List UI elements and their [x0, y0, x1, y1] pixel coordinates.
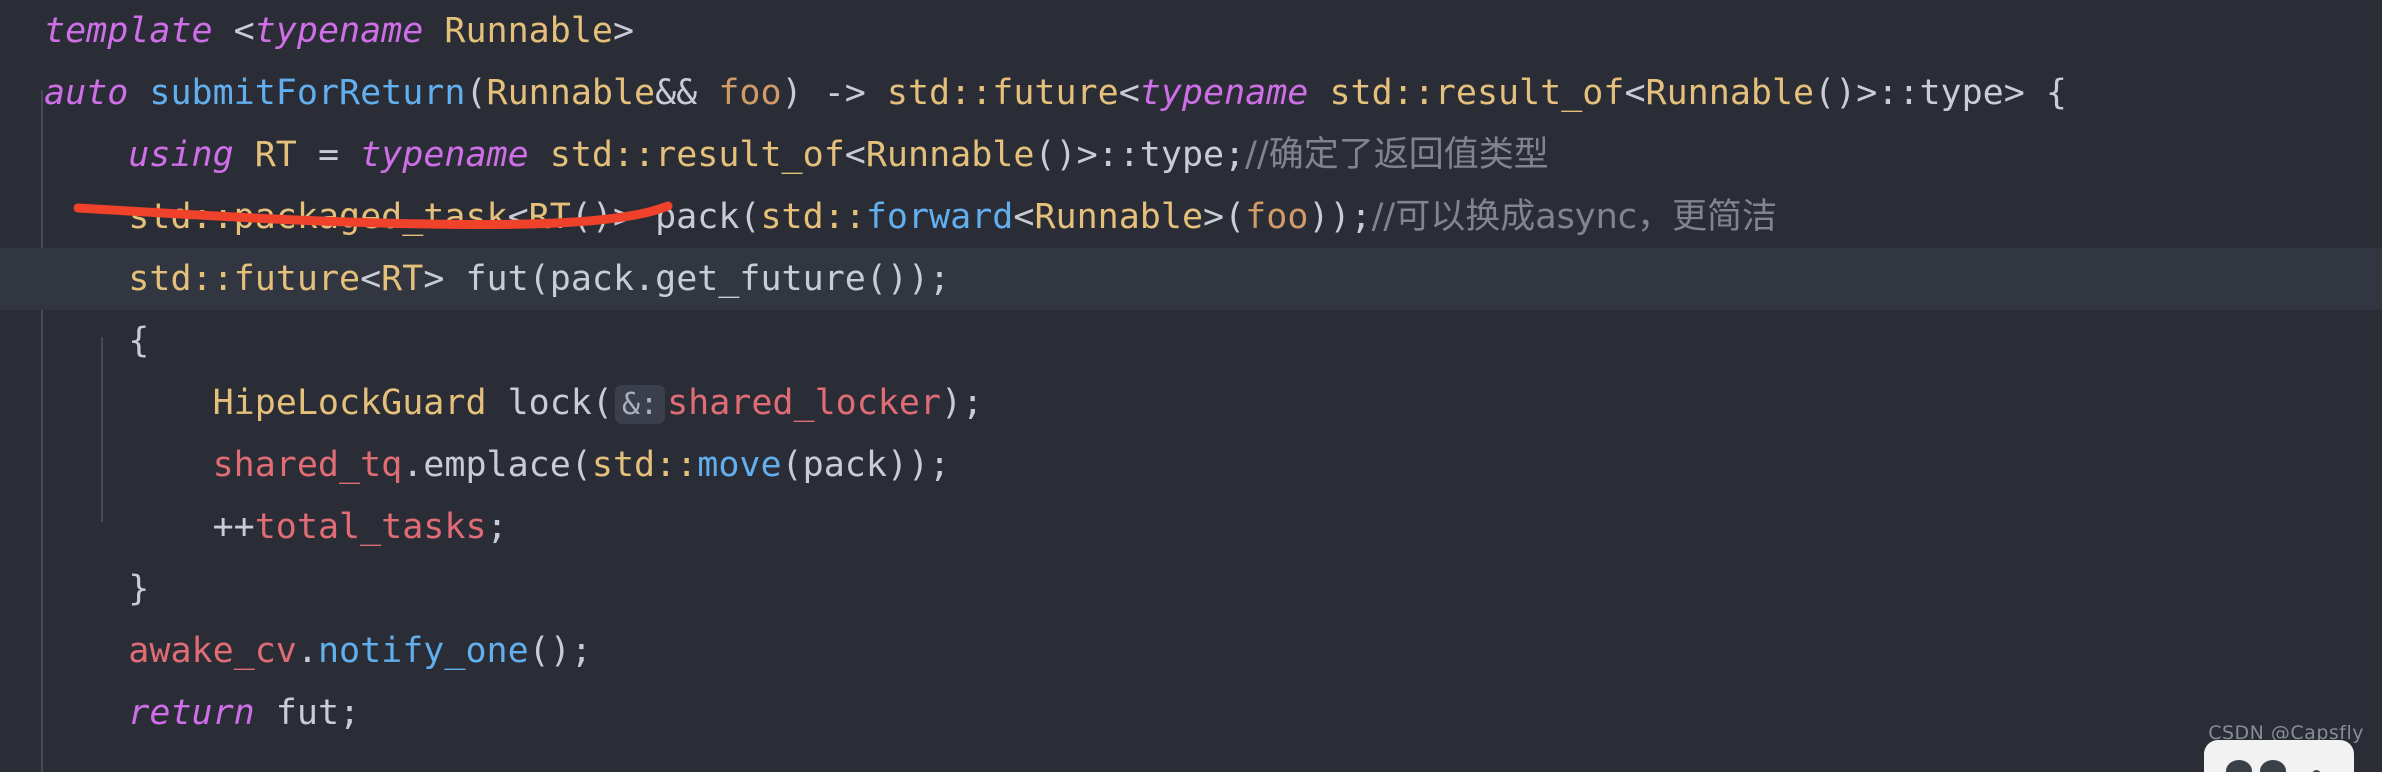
code-token-par: foo — [1245, 197, 1309, 237]
code-token-typ: Runnable — [1034, 197, 1204, 237]
code-line[interactable]: HipeLockGuard lock(&: shared_locker); — [0, 372, 2382, 434]
code-token-pun — [234, 135, 255, 175]
code-line[interactable]: } — [0, 558, 2382, 620]
code-token-pun: } — [128, 569, 150, 609]
code-content[interactable]: template <typename Runnable> auto submitF… — [0, 0, 2382, 744]
code-token-var: awake_cv — [128, 631, 297, 671]
code-token-typ: RT — [381, 259, 424, 299]
code-token-typ: Runnable — [865, 135, 1035, 175]
code-token-pun: < — [360, 259, 382, 299]
code-line[interactable]: ++total_tasks; — [0, 496, 2382, 558]
chip-dot-left — [2226, 760, 2252, 772]
code-token-pun: lock( — [486, 383, 613, 423]
code-token-pun: (pack)); — [781, 445, 951, 485]
code-token-var: shared_tq — [212, 445, 403, 485]
code-token-kw: using — [128, 135, 234, 175]
code-token-pun: = — [296, 135, 361, 175]
code-line[interactable]: template <typename Runnable> — [0, 0, 2382, 62]
code-line[interactable]: using RT = typename std::result_of<Runna… — [0, 124, 2382, 186]
code-token-pun: ()>::type> { — [1814, 73, 2067, 113]
code-token-typ: std::result_of — [1329, 73, 1625, 113]
code-token-typ: std::packaged_task — [128, 197, 508, 237]
code-line[interactable]: auto submitForReturn(Runnable&& foo) -> … — [0, 62, 2382, 124]
code-token-pun: ++ — [212, 507, 255, 547]
code-token-pun: .emplace( — [402, 445, 592, 485]
code-token-typ: std::future — [128, 259, 361, 299]
code-line[interactable]: std::future<RT> fut(pack.get_future()); — [0, 248, 2382, 310]
code-editor[interactable]: template <typename Runnable> auto submitF… — [0, 0, 2382, 772]
code-token-typ: HipeLockGuard — [212, 383, 487, 423]
code-token-pun: ) -> — [781, 73, 887, 113]
code-token-pun: ()> pack( — [570, 197, 761, 237]
code-token-fn: forward — [865, 197, 1014, 237]
code-token-typ: RT — [528, 197, 571, 237]
code-token-fn: move — [697, 445, 782, 485]
code-token-pun: < — [507, 197, 529, 237]
code-token-par: foo — [718, 73, 782, 113]
code-token-kw: auto — [44, 73, 129, 113]
code-token-typ: Runnable — [486, 73, 656, 113]
code-token-kw: typename — [360, 135, 529, 175]
code-token-pun: >( — [1203, 197, 1246, 237]
code-token-fn: submitForReturn — [149, 73, 466, 113]
code-token-pun: > fut(pack.get_future()); — [423, 259, 951, 299]
code-token-cmt: //确定了返回值类型 — [1245, 135, 1549, 175]
floating-chip — [2204, 740, 2354, 772]
code-token-pun: fut; — [254, 693, 361, 733]
code-token-typ: std::result_of — [549, 135, 845, 175]
code-token-typ: std::future — [886, 73, 1119, 113]
code-token-pun: ); — [941, 383, 984, 423]
code-token-pun: < — [1118, 73, 1140, 113]
code-token-typ: Runnable — [444, 11, 613, 51]
code-token-pun: ( — [465, 73, 487, 113]
code-token-fn: notify_one — [317, 631, 529, 671]
code-token-pun — [529, 135, 550, 175]
code-token-pun: && — [655, 73, 719, 113]
code-token-pun: < — [1013, 197, 1035, 237]
code-line[interactable]: awake_cv.notify_one(); — [0, 620, 2382, 682]
code-token-pun: )); — [1308, 197, 1372, 237]
code-token-kw: typename — [254, 11, 424, 51]
code-token-kw: typename — [1139, 73, 1309, 113]
code-line[interactable]: std::packaged_task<RT()> pack(std::forwa… — [0, 186, 2382, 248]
code-token-pun: < — [1624, 73, 1646, 113]
code-token-kw: template — [44, 11, 213, 51]
code-token-pun: ; — [486, 507, 508, 547]
code-token-pun — [423, 11, 444, 51]
code-token-cmt: //可以换成async，更简洁 — [1371, 197, 1778, 237]
code-line[interactable]: shared_tq.emplace(std::move(pack)); — [0, 434, 2382, 496]
chip-dot-middle — [2260, 760, 2286, 772]
code-token-pun: > — [612, 11, 635, 51]
code-token-pun: < — [844, 135, 866, 175]
code-token-pun: . — [296, 631, 318, 671]
code-token-typ: std:: — [760, 197, 866, 237]
code-token-kw: return — [128, 693, 255, 733]
code-token-var: total_tasks — [254, 507, 487, 547]
code-token-pun: ()>::type; — [1034, 135, 1246, 175]
code-token-pun — [1308, 73, 1329, 113]
code-line[interactable]: return fut; — [0, 682, 2382, 744]
code-token-var: shared_locker — [667, 383, 942, 423]
code-token-typ: RT — [254, 135, 297, 175]
code-token-pun — [128, 73, 149, 113]
code-token-typ: Runnable — [1645, 73, 1815, 113]
code-token-pun: { — [128, 321, 150, 361]
code-line[interactable]: { — [0, 310, 2382, 372]
code-token-pun: (); — [528, 631, 592, 671]
code-token-pun: < — [212, 11, 255, 51]
code-token-typ: std:: — [591, 445, 698, 485]
inlay-parameter-hint[interactable]: &: — [614, 385, 666, 424]
